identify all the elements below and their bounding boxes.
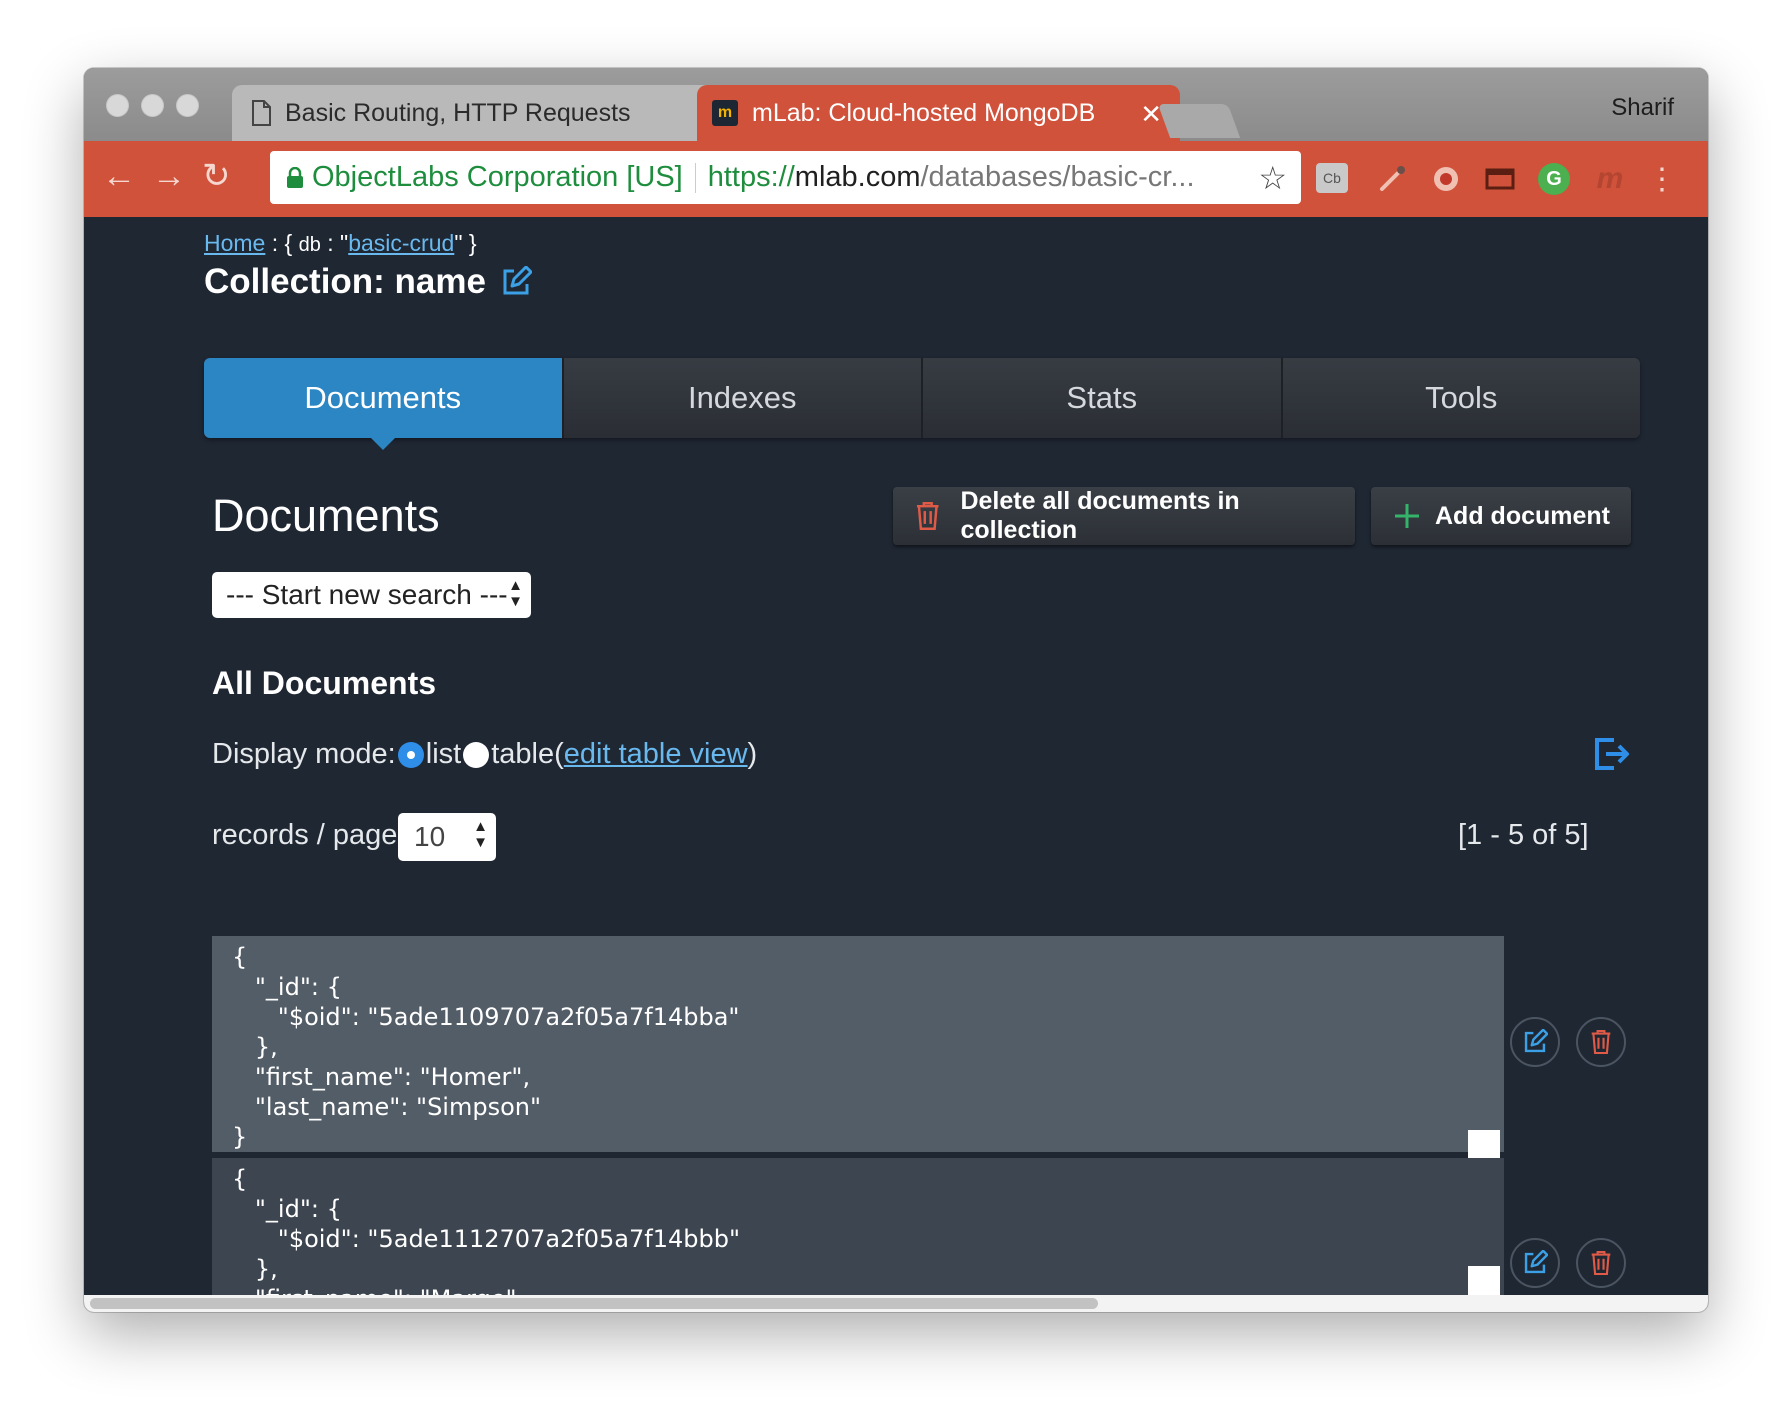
page-title: Collection: name — [204, 262, 532, 302]
zoom-window-icon[interactable] — [176, 94, 199, 117]
delete-document-button[interactable] — [1576, 1238, 1626, 1288]
resize-handle-icon[interactable] — [1468, 1266, 1500, 1295]
edit-icon[interactable] — [500, 266, 532, 298]
radio-list-label[interactable]: list — [426, 738, 461, 771]
tab-title: Basic Routing, HTTP Requests — [285, 98, 631, 127]
reload-icon[interactable]: ↻ — [202, 159, 231, 193]
edit-document-button[interactable] — [1510, 1017, 1560, 1067]
breadcrumb-db-link[interactable]: basic-crud — [348, 230, 454, 256]
search-select-value: --- Start new search --- — [226, 579, 508, 610]
delete-all-label: Delete all documents in collection — [960, 487, 1240, 544]
pagination-range: [1 - 5 of 5] — [1458, 819, 1589, 851]
plus-icon — [1395, 504, 1419, 528]
divider — [694, 162, 696, 193]
paren-open: ( — [554, 738, 564, 770]
edit-document-button[interactable] — [1510, 1238, 1560, 1288]
breadcrumb: Home : { db : "basic-crud" } — [204, 230, 477, 257]
tab-indexes[interactable]: Indexes — [561, 358, 921, 438]
export-icon[interactable] — [1594, 737, 1630, 771]
lock-icon — [287, 166, 303, 188]
edit-icon — [1524, 1250, 1548, 1274]
cb-icon[interactable]: Cb — [1316, 163, 1348, 193]
display-mode-label: Display mode: — [212, 738, 396, 770]
new-tab-button[interactable] — [1157, 104, 1241, 138]
scrollbar-thumb[interactable] — [90, 1298, 1098, 1309]
minimize-window-icon[interactable] — [141, 94, 164, 117]
breadcrumb-separator: : " — [320, 230, 349, 256]
title-bar: Basic Routing, HTTP Requests ✕ m mLab: C… — [84, 68, 1708, 141]
mlab-m-icon[interactable]: m — [1592, 161, 1628, 197]
collection-tabs: Documents Indexes Stats Tools — [204, 358, 1640, 450]
browser-toolbar: ← → ↻ ObjectLabs Corporation [US] https:… — [84, 141, 1708, 217]
ev-certificate-label: ObjectLabs Corporation [US] — [312, 161, 683, 193]
radio-table-label[interactable]: table — [491, 738, 554, 771]
url-host: mlab.com — [794, 161, 921, 193]
address-bar[interactable]: ObjectLabs Corporation [US] https://mlab… — [270, 151, 1301, 204]
document-item: { "_id": { "$oid": "5ade1112707a2f05a7f1… — [212, 1158, 1504, 1295]
select-arrows-icon: ▲ ▼ — [473, 818, 488, 851]
trash-icon — [916, 502, 939, 530]
url-path: /databases/basic-cr... — [920, 161, 1195, 193]
select-arrows-icon: ▲ ▼ — [508, 577, 523, 610]
radio-table[interactable] — [463, 741, 490, 768]
browser-window: Basic Routing, HTTP Requests ✕ m mLab: C… — [84, 68, 1708, 1312]
document-item: { "_id": { "$oid": "5ade1109707a2f05a7f1… — [212, 936, 1504, 1152]
tab-close-icon[interactable]: ✕ — [1140, 99, 1162, 130]
breadcrumb-end: " } — [454, 230, 477, 256]
document-icon — [252, 100, 271, 126]
url-scheme: https:// — [707, 161, 795, 193]
breadcrumb-separator: : { — [265, 230, 299, 256]
profile-name[interactable]: Sharif — [1611, 94, 1674, 122]
tab-basic-routing[interactable]: Basic Routing, HTTP Requests ✕ — [232, 85, 777, 141]
radio-list[interactable] — [397, 741, 424, 768]
add-document-label: Add document — [1435, 501, 1610, 530]
browser-menu-icon[interactable]: ⋮ — [1644, 161, 1680, 197]
back-icon[interactable]: ← — [102, 159, 136, 193]
trash-icon — [1591, 1250, 1611, 1276]
window-icon[interactable] — [1482, 161, 1518, 197]
records-per-page-select[interactable]: 10 ▲ ▼ — [398, 813, 496, 861]
tab-stats[interactable]: Stats — [921, 358, 1281, 438]
delete-document-button[interactable] — [1576, 1017, 1626, 1067]
paren-close: ) — [747, 738, 758, 770]
grammarly-icon[interactable]: G — [1538, 163, 1570, 195]
tab-documents[interactable]: Documents — [204, 358, 562, 450]
page-content: Home : { db : "basic-crud" } Collection:… — [84, 217, 1708, 1295]
tab-title: mLab: Cloud-hosted MongoDB — [752, 98, 1096, 127]
bookmark-star-icon[interactable]: ☆ — [1258, 159, 1287, 197]
tab-mlab[interactable]: m mLab: Cloud-hosted MongoDB ✕ — [697, 85, 1180, 141]
eyedropper-icon[interactable] — [1374, 161, 1410, 197]
add-document-button[interactable]: Add document — [1371, 487, 1631, 545]
delete-all-documents-button[interactable]: Delete all documents in collection — [893, 487, 1355, 545]
records-per-page-label: records / page — [212, 819, 398, 851]
tab-tools[interactable]: Tools — [1280, 358, 1640, 438]
forward-icon[interactable]: → — [152, 159, 186, 193]
search-select[interactable]: --- Start new search --- ▲ ▼ — [212, 572, 531, 618]
all-documents-heading: All Documents — [212, 665, 437, 701]
breadcrumb-home-link[interactable]: Home — [204, 230, 265, 256]
records-per-page-value: 10 — [414, 821, 446, 852]
collection-title: Collection: name — [204, 262, 486, 301]
edit-icon — [1524, 1029, 1548, 1053]
gear-icon[interactable] — [1428, 161, 1464, 197]
close-window-icon[interactable] — [106, 94, 129, 117]
mlab-favicon-icon: m — [712, 100, 738, 126]
trash-icon — [1591, 1029, 1611, 1055]
horizontal-scrollbar[interactable] — [84, 1295, 1708, 1312]
breadcrumb-db-key: db — [298, 234, 321, 256]
edit-table-view-link[interactable]: edit table view — [564, 738, 748, 771]
display-mode-row: Display mode: list table (edit table vie… — [212, 738, 757, 771]
documents-heading: Documents — [212, 490, 440, 541]
